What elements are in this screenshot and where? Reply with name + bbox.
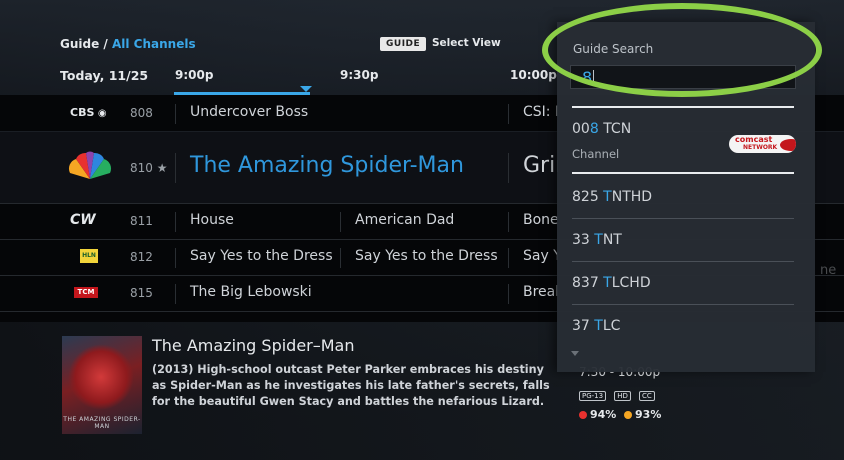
channel-number: 808 — [130, 106, 153, 120]
guide-button-hint[interactable]: GUIDE — [380, 37, 427, 51]
result-separator — [572, 172, 794, 174]
time-slot: 9:30p — [340, 68, 379, 82]
favorite-star-icon[interactable]: ★ — [157, 161, 168, 175]
spider-emblem-icon — [68, 344, 134, 410]
review-scores: 94% 93% — [579, 408, 661, 421]
breadcrumb-all-channels[interactable]: All Channels — [112, 37, 196, 51]
search-result-top[interactable]: 008 TCN — [572, 121, 631, 137]
program-cell[interactable]: American Dad — [340, 212, 508, 232]
program-cell-focused[interactable]: The Amazing Spider-Man — [175, 153, 508, 183]
search-result[interactable]: 825 TNTHD — [572, 189, 652, 205]
poster-title: THE AMAZING SPIDER-MAN — [63, 416, 141, 430]
select-view-label[interactable]: Select View — [432, 37, 501, 49]
result-separator — [572, 106, 794, 108]
breadcrumb: Guide / All Channels — [60, 37, 196, 51]
hd-badge: HD — [614, 391, 631, 401]
result-divider — [572, 261, 794, 262]
detail-title: The Amazing Spider–Man — [152, 336, 355, 355]
program-cell[interactable]: House — [175, 212, 340, 232]
channel-number: 810 ★ — [130, 161, 168, 175]
obscured-program-text: ne — [820, 263, 837, 278]
channel-number: 815 — [130, 286, 153, 300]
program-cell[interactable]: Say Yes to the Dress — [175, 248, 340, 268]
cw-logo: CW — [70, 212, 96, 228]
scroll-down-icon[interactable] — [571, 351, 579, 356]
comcast-network-logo: comcast NETWORK — [729, 135, 796, 153]
program-cell[interactable]: Undercover Boss — [175, 104, 508, 124]
critic-score: 94% — [590, 408, 617, 421]
time-slot: 9:00p — [175, 68, 214, 82]
detail-description: (2013) High-school outcast Peter Parker … — [152, 363, 550, 408]
hln-logo: HLN — [80, 249, 98, 263]
program-cell[interactable]: CSI: N — [508, 104, 558, 124]
tomato-icon — [579, 411, 587, 419]
search-result[interactable]: 33 TNT — [572, 232, 622, 248]
breadcrumb-root[interactable]: Guide / — [60, 37, 112, 51]
detail-badges: PG-13 HD CC — [579, 383, 658, 402]
program-cell[interactable]: Bone — [508, 212, 558, 232]
annotation-highlight-ring — [542, 3, 822, 97]
result-divider — [572, 304, 794, 305]
program-cell[interactable]: The Big Lebowski — [175, 284, 508, 304]
result-type-label: Channel — [572, 147, 620, 161]
popcorn-icon — [624, 411, 633, 419]
program-cell[interactable]: Say Yes to the Dress — [340, 248, 508, 268]
nbc-peacock-logo — [66, 151, 114, 185]
channel-number: 812 — [130, 250, 153, 264]
program-poster: THE AMAZING SPIDER-MAN — [62, 336, 142, 434]
program-cell[interactable]: Grim — [508, 153, 558, 183]
guide-date: Today, 11/25 — [60, 68, 149, 83]
program-cell[interactable]: Say Y — [508, 248, 558, 268]
audience-score: 93% — [635, 408, 662, 421]
tcm-logo: TCM — [74, 287, 98, 298]
current-time-arrow-icon — [300, 86, 312, 92]
time-slot: 10:00p — [510, 68, 557, 82]
search-result[interactable]: 837 TLCHD — [572, 275, 651, 291]
rating-badge: PG-13 — [579, 391, 607, 401]
cc-badge: CC — [638, 391, 655, 401]
result-divider — [572, 218, 794, 219]
search-result[interactable]: 37 TLC — [572, 318, 620, 334]
cbs-logo: CBS ◉ — [70, 106, 107, 119]
program-cell[interactable]: Break — [508, 284, 558, 304]
channel-number: 811 — [130, 214, 153, 228]
tv-guide-screen: Guide / All Channels GUIDE Select View T… — [0, 0, 844, 460]
